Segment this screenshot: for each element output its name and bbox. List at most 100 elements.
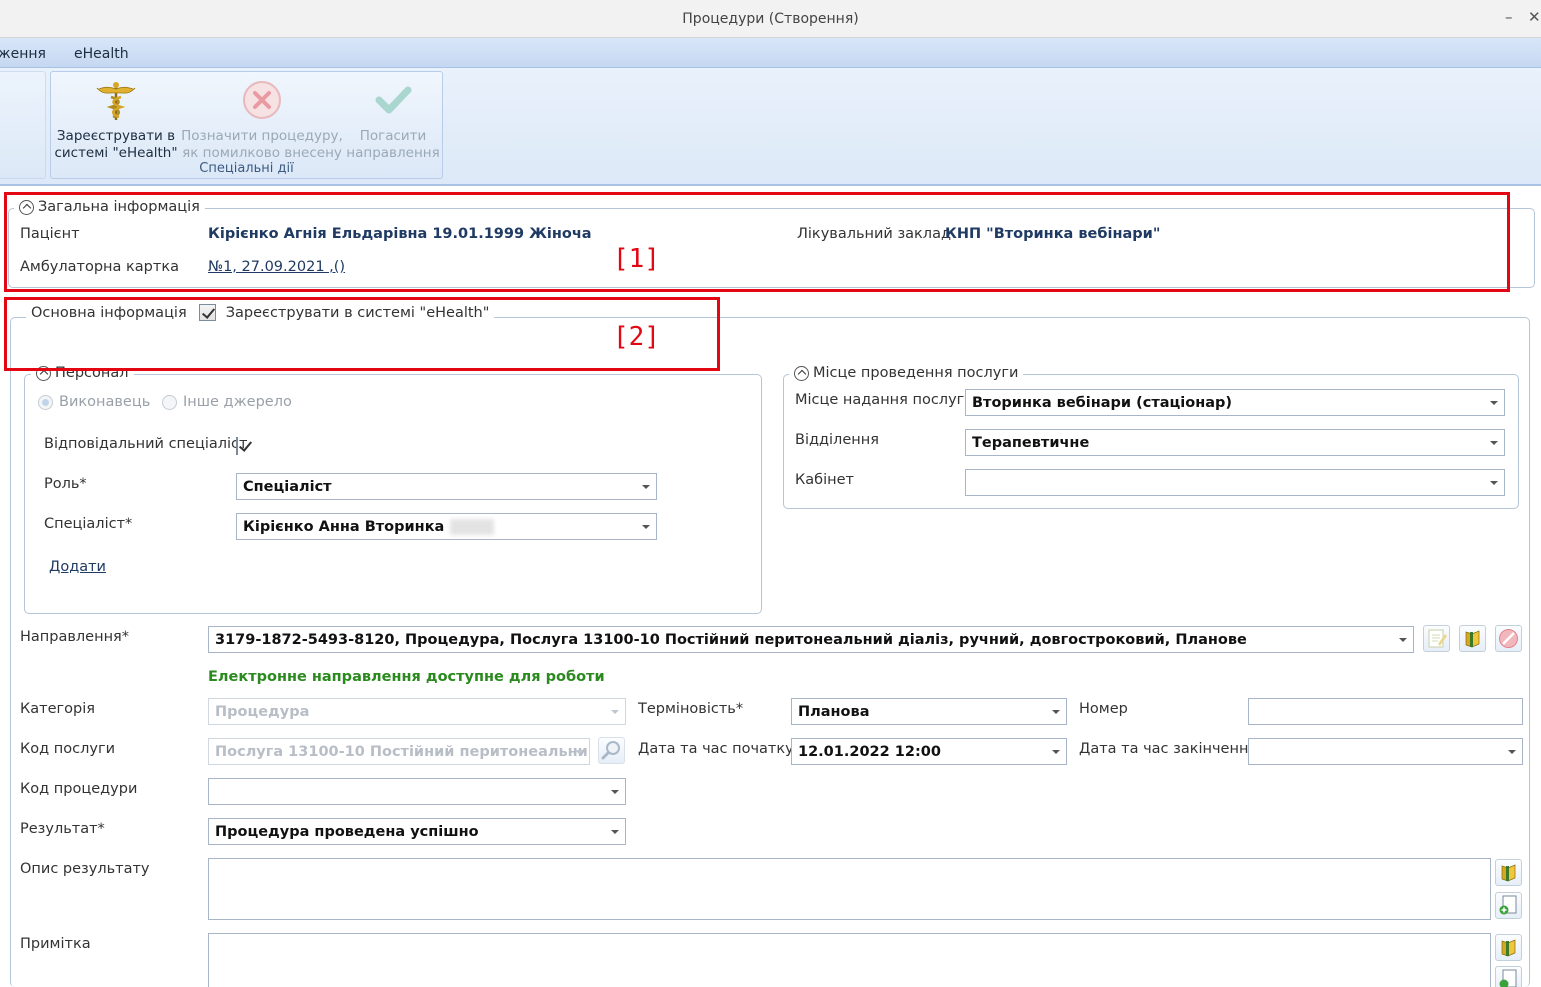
end-datetime-picker[interactable] <box>1248 738 1523 765</box>
chevron-down-icon[interactable] <box>642 485 650 489</box>
annotation-label-1: [1] <box>613 244 660 274</box>
cabinet-select[interactable] <box>965 469 1505 496</box>
collapse-icon[interactable] <box>794 365 809 381</box>
annotation-box-1 <box>4 192 1510 292</box>
chevron-down-icon[interactable] <box>611 790 619 794</box>
chevron-down-icon[interactable] <box>1508 750 1516 754</box>
note-label: Примітка <box>20 936 91 952</box>
service-code-select[interactable]: Послуга 13100-10 Постійний перитонеальни… <box>208 738 590 765</box>
ribbon: Зареєструвати в системі "eHealth" Познач… <box>0 68 1541 186</box>
mark-erroneous-button[interactable]: Позначити процедуру, як помилково внесен… <box>181 78 343 162</box>
chevron-down-icon[interactable] <box>575 750 583 754</box>
chevron-down-icon[interactable] <box>1490 481 1498 485</box>
urgency-select[interactable]: Планова <box>791 698 1067 725</box>
specialist-label: Спеціаліст* <box>44 516 133 532</box>
number-label: Номер <box>1079 701 1128 717</box>
responsible-label: Відповідальний спеціаліст <box>44 436 248 452</box>
ribbon-group-partial <box>0 71 46 179</box>
search-icon <box>601 741 620 760</box>
urgency-select-value: Планова <box>798 703 870 720</box>
chevron-down-icon[interactable] <box>1052 750 1060 754</box>
ribbon-group-label: Спеціальні дії <box>199 161 294 176</box>
role-select[interactable]: Спеціаліст <box>236 473 657 500</box>
mark-erroneous-label-2: як помилково внесену <box>182 145 342 161</box>
result-description-textarea[interactable] <box>208 858 1491 920</box>
chevron-down-icon[interactable] <box>611 830 619 834</box>
chevron-down-icon[interactable] <box>1399 638 1407 642</box>
result-select[interactable]: Процедура проведена успішно <box>208 818 626 845</box>
result-description-book-button[interactable] <box>1495 859 1522 886</box>
department-select-value: Терапевтичне <box>972 434 1090 451</box>
window-titlebar: Процедури (Створення) – ✕ <box>0 0 1541 38</box>
location-title: Місце проведення послуги <box>813 365 1019 381</box>
department-label: Відділення <box>795 432 879 448</box>
referral-label: Направлення* <box>20 629 130 645</box>
close-referral-label-2: направлення <box>346 145 440 161</box>
number-input[interactable] <box>1248 698 1523 725</box>
radio-other-source[interactable]: Інше джерело <box>162 394 292 410</box>
cabinet-label: Кабінет <box>795 472 854 488</box>
note-textarea[interactable] <box>208 933 1491 987</box>
procedure-code-label: Код процедури <box>20 781 138 797</box>
add-document-icon <box>1499 969 1517 987</box>
radio-performer-label: Виконавець <box>59 394 151 410</box>
service-search-button[interactable] <box>598 737 625 764</box>
close-button[interactable]: ✕ <box>1528 8 1541 26</box>
edit-referral-button[interactable] <box>1423 625 1450 652</box>
redacted-blur <box>450 518 495 535</box>
note-add-button[interactable] <box>1495 966 1522 987</box>
radio-other-label: Інше джерело <box>183 394 292 410</box>
responsible-checkbox[interactable] <box>236 437 238 455</box>
specialist-select[interactable]: Кірієнко Анна Вторинка <box>236 513 657 540</box>
referral-select-value: 3179-1872-5493-8120, Процедура, Послуга … <box>215 631 1247 648</box>
start-datetime-picker[interactable]: 12.01.2022 12:00 <box>791 738 1067 765</box>
role-label: Роль* <box>44 476 87 492</box>
cancel-icon <box>1499 629 1518 648</box>
mark-erroneous-label-1: Позначити процедуру, <box>181 128 343 144</box>
radio-performer[interactable]: Виконавець <box>38 394 150 410</box>
window-title: Процедури (Створення) <box>682 11 859 27</box>
role-select-value: Спеціаліст <box>243 478 332 495</box>
register-ehealth-button[interactable]: Зареєструвати в системі "eHealth" <box>53 78 179 162</box>
referral-select[interactable]: 3179-1872-5493-8120, Процедура, Послуга … <box>208 626 1414 653</box>
place-label: Місце надання послуг* <box>795 392 972 408</box>
radio-other-dot[interactable] <box>162 394 177 410</box>
chevron-down-icon[interactable] <box>611 710 619 714</box>
register-ehealth-label-2: системі "eHealth" <box>54 145 178 161</box>
result-description-add-button[interactable] <box>1495 892 1522 919</box>
error-x-icon <box>243 81 281 119</box>
book-icon <box>1501 864 1516 882</box>
department-select[interactable]: Терапевтичне <box>965 429 1505 456</box>
service-code-select-value: Послуга 13100-10 Постійний перитонеальни… <box>215 743 590 760</box>
add-specialist-link[interactable]: Додати <box>49 559 106 575</box>
note-book-button[interactable] <box>1495 934 1522 961</box>
add-document-icon <box>1499 895 1517 915</box>
category-label: Категорія <box>20 701 95 717</box>
clear-referral-button[interactable] <box>1495 625 1522 652</box>
menu-item-partial[interactable]: ження <box>0 46 46 62</box>
chevron-down-icon[interactable] <box>1490 401 1498 405</box>
menu-bar: ження eHealth <box>0 38 1541 68</box>
edit-note-icon <box>1428 629 1447 648</box>
result-select-value: Процедура проведена успішно <box>215 823 479 840</box>
close-referral-label-1: Погасити <box>359 128 427 144</box>
chevron-down-icon[interactable] <box>1490 441 1498 445</box>
result-description-label: Опис результату <box>20 861 150 877</box>
urgency-label: Терміновість* <box>638 701 744 717</box>
category-select-value: Процедура <box>215 703 310 720</box>
start-datetime-label: Дата та час початку* <box>638 741 801 757</box>
book-icon <box>1465 630 1480 648</box>
radio-performer-dot[interactable] <box>38 394 53 410</box>
procedure-code-select[interactable] <box>208 778 626 805</box>
minimize-button[interactable]: – <box>1505 8 1513 26</box>
close-referral-button[interactable]: Погасити направлення <box>345 78 441 162</box>
referral-status: Електронне направлення доступне для робо… <box>208 669 605 685</box>
book-referral-button[interactable] <box>1459 625 1486 652</box>
location-legend[interactable]: Місце проведення послуги <box>789 365 1024 381</box>
chevron-down-icon[interactable] <box>642 525 650 529</box>
ribbon-group-special-actions: Зареєструвати в системі "eHealth" Познач… <box>50 71 443 179</box>
menu-item-ehealth[interactable]: eHealth <box>74 46 129 62</box>
category-select[interactable]: Процедура <box>208 698 626 725</box>
chevron-down-icon[interactable] <box>1052 710 1060 714</box>
place-select[interactable]: Вторинка вебінари (стаціонар) <box>965 389 1505 416</box>
